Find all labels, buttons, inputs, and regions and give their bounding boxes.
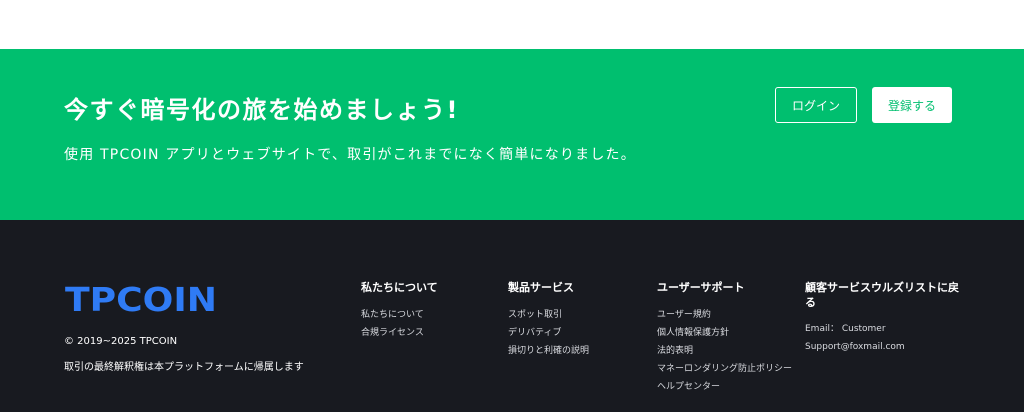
footer-column-products: 製品サービス スポット取引 デリバティブ 損切りと利確の説明 xyxy=(508,280,589,360)
tpcoin-logo-mark: TPCOIN xyxy=(65,280,217,319)
cta-title: 今すぐ暗号化の旅を始めましょう! xyxy=(64,96,459,124)
copyright-text: © 2019~2025 TPCOIN xyxy=(64,336,178,347)
footer-link-spot-trading[interactable]: スポット取引 xyxy=(508,306,589,324)
footer-link-aml-policy[interactable]: マネーロンダリング防止ポリシー xyxy=(657,360,792,378)
column-title: 製品サービス xyxy=(508,281,574,294)
footer-link-privacy-policy[interactable]: 個人情報保護方針 xyxy=(657,324,792,342)
footer-column-about: 私たちについて 私たちについて 合規ライセンス xyxy=(361,280,438,342)
login-button[interactable]: ログイン xyxy=(775,87,857,123)
column-title: 顧客サービスウルズリストに戻る xyxy=(805,281,959,309)
column-title: ユーザーサポート xyxy=(657,281,745,294)
tpcoin-logo[interactable]: TPCOIN xyxy=(65,280,217,319)
site-footer: TPCOIN © 2019~2025 TPCOIN 取引の最終解釈権は本プラット… xyxy=(0,220,1024,412)
top-blank-area xyxy=(0,0,1024,49)
contact-email-label: Email： Customer xyxy=(805,324,886,334)
footer-link-license[interactable]: 合規ライセンス xyxy=(361,324,438,342)
footer-column-support: ユーザーサポート ユーザー規約 個人情報保護方針 法的表明 マネーロンダリング防… xyxy=(657,280,792,396)
contact-email-link[interactable]: Support@foxmail.com xyxy=(805,338,965,356)
footer-link-legal-statement[interactable]: 法的表明 xyxy=(657,342,792,360)
footer-link-stop-loss-guide[interactable]: 損切りと利確の説明 xyxy=(508,342,589,360)
footer-link-about-us[interactable]: 私たちについて xyxy=(361,306,438,324)
footer-link-derivatives[interactable]: デリバティブ xyxy=(508,324,589,342)
footer-link-user-terms[interactable]: ユーザー規約 xyxy=(657,306,792,324)
column-title: 私たちについて xyxy=(361,281,438,294)
register-button[interactable]: 登録する xyxy=(872,87,952,123)
footer-column-customer-service: 顧客サービスウルズリストに戻る Email： Customer Support@… xyxy=(805,280,965,356)
cta-description: 使用 TPCOIN アプリとウェブサイトで、取引がこれまでになく簡単になりました… xyxy=(64,147,636,163)
footer-link-help-center[interactable]: ヘルプセンター xyxy=(657,378,792,396)
rights-statement: 取引の最終解釈権は本プラットフォームに帰属します xyxy=(64,362,304,373)
logo-text: TPCOIN xyxy=(65,282,217,314)
cta-banner: 今すぐ暗号化の旅を始めましょう! 使用 TPCOIN アプリとウェブサイトで、取… xyxy=(0,49,1024,220)
